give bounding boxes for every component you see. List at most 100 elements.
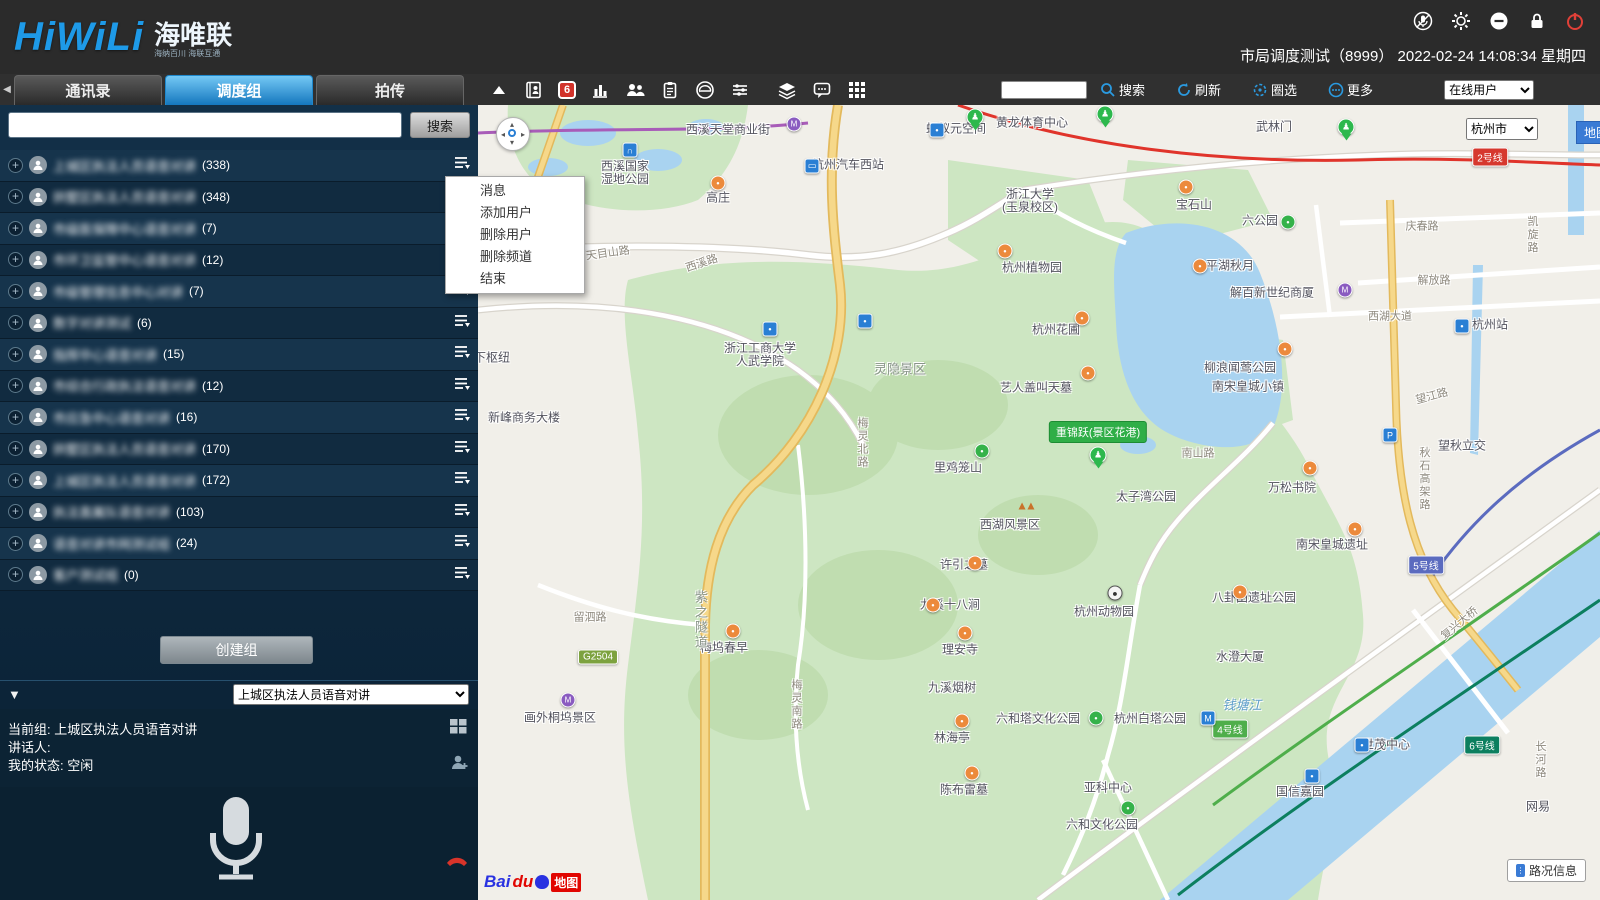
map-type-map-button[interactable]: 地图	[1576, 121, 1600, 144]
group-row[interactable]: + 语音对讲市网测试组 (24)	[0, 528, 478, 560]
context-menu-item[interactable]: 删除频道	[446, 246, 584, 268]
expand-plus-icon[interactable]: +	[8, 441, 23, 456]
context-menu-item[interactable]: 删除用户	[446, 224, 584, 246]
group-menu-icon[interactable]	[454, 566, 470, 584]
settings-gear-icon[interactable]	[1450, 10, 1472, 32]
context-menu-item[interactable]: 消息	[446, 180, 584, 202]
chat-icon[interactable]	[811, 79, 833, 101]
map-marker-orange[interactable]: •	[955, 714, 970, 729]
apps-grid-icon[interactable]	[846, 79, 868, 101]
bar-chart-icon[interactable]	[589, 79, 611, 101]
map-marker-orange[interactable]: •	[1233, 585, 1248, 600]
group-menu-icon[interactable]	[454, 345, 470, 363]
map-marker-green[interactable]: •	[1121, 801, 1136, 816]
create-group-button[interactable]: 创建组	[160, 636, 313, 664]
group-row[interactable]: + 市应急中心语音对讲 (16)	[0, 402, 478, 434]
browser-ie-icon[interactable]	[694, 79, 716, 101]
group-row[interactable]: + 上城区执法人员语音对讲 (172)	[0, 465, 478, 497]
tab-contacts[interactable]: 通讯录	[14, 75, 162, 105]
map-marker-blue[interactable]: P	[1383, 428, 1398, 443]
expand-plus-icon[interactable]: +	[8, 252, 23, 267]
expand-plus-icon[interactable]: +	[8, 347, 23, 362]
collapse-panel-triangle-icon[interactable]	[8, 687, 21, 702]
group-search-input[interactable]	[8, 112, 402, 138]
map-marker-panda[interactable]: ●	[1108, 586, 1123, 601]
group-menu-icon[interactable]	[454, 440, 470, 458]
map-marker-orange[interactable]: •	[1278, 342, 1293, 357]
map-marker-pin[interactable]: ♟	[967, 109, 984, 126]
group-row[interactable]: + 客户测试组 (0)	[0, 560, 478, 592]
group-row[interactable]: + 市级医保障中心语音对讲 (7)	[0, 213, 478, 245]
call-record-badge-icon[interactable]: 6	[558, 81, 576, 99]
expand-plus-icon[interactable]: +	[8, 284, 23, 299]
group-menu-icon[interactable]	[454, 534, 470, 552]
expand-plus-icon[interactable]: +	[8, 473, 23, 488]
context-menu-item[interactable]: 结束	[446, 268, 584, 290]
online-users-filter-select[interactable]: 在线用户	[1444, 80, 1534, 100]
expand-plus-icon[interactable]: +	[8, 504, 23, 519]
map-marker-orange[interactable]: •	[926, 598, 941, 613]
map-marker-orange[interactable]: •	[1179, 180, 1194, 195]
expand-plus-icon[interactable]: +	[8, 189, 23, 204]
map-marker-blue[interactable]: ▭	[805, 159, 820, 174]
expand-plus-icon[interactable]: +	[8, 158, 23, 173]
group-menu-icon[interactable]	[454, 503, 470, 521]
group-menu-icon[interactable]	[454, 377, 470, 395]
city-select[interactable]: 杭州市	[1466, 118, 1538, 140]
group-row[interactable]: + 市综合行政执法语音对讲 (12)	[0, 371, 478, 403]
collapse-panel-icon[interactable]	[488, 79, 510, 101]
group-row[interactable]: + 执法直属队语音对讲 (103)	[0, 497, 478, 529]
map-marker-orange[interactable]: •	[1303, 461, 1318, 476]
expand-plus-icon[interactable]: +	[8, 315, 23, 330]
map-marker-blue[interactable]: ∩	[623, 143, 638, 158]
video-wall-icon[interactable]	[450, 719, 468, 739]
current-group-select[interactable]: 上城区执法人员语音对讲	[233, 684, 469, 705]
map-marker-orange[interactable]: •	[1081, 366, 1096, 381]
map-marker-pin[interactable]: ♟	[1090, 447, 1107, 464]
more-button[interactable]: 更多	[1328, 80, 1373, 99]
traffic-info-button[interactable]: ⋮ 路况信息	[1507, 859, 1586, 882]
filter-sliders-icon[interactable]	[729, 79, 751, 101]
map-marker-orange[interactable]: •	[958, 626, 973, 641]
map-marker-orange[interactable]: •	[726, 624, 741, 639]
group-row[interactable]: + 拱墅区执法人员语音对讲 (170)	[0, 434, 478, 466]
contacts-book-icon[interactable]	[523, 79, 545, 101]
map-search-input[interactable]	[1001, 81, 1087, 99]
ptt-microphone-icon[interactable]	[200, 795, 272, 890]
map-marker-orange[interactable]: •	[1075, 311, 1090, 326]
group-row[interactable]: + 市环卫监管中心语音对讲 (12)	[0, 245, 478, 277]
map-marker-green[interactable]: •	[1089, 711, 1104, 726]
collapse-sidebar-icon[interactable]	[0, 84, 14, 95]
minimize-icon[interactable]	[1488, 10, 1510, 32]
power-icon[interactable]	[1564, 10, 1586, 32]
tab-dispatch-groups[interactable]: 调度组	[165, 75, 313, 105]
map-search-button[interactable]: 搜索	[1100, 80, 1145, 99]
group-menu-icon[interactable]	[454, 471, 470, 489]
group-row[interactable]: + 市级管理信息中心对讲 (7)	[0, 276, 478, 308]
map-marker-purple[interactable]: M	[1338, 283, 1353, 298]
refresh-button[interactable]: 刷新	[1176, 80, 1221, 99]
tab-photo-upload[interactable]: 拍传	[316, 75, 464, 105]
context-menu-item[interactable]: 添加用户	[446, 202, 584, 224]
map-marker-blue[interactable]: •	[1305, 769, 1320, 784]
expand-plus-icon[interactable]: +	[8, 378, 23, 393]
map-marker-blue[interactable]: •	[763, 322, 778, 337]
map-marker-orange[interactable]: •	[998, 244, 1013, 259]
mic-muted-icon[interactable]	[1412, 10, 1434, 32]
map-pan-control[interactable]: ▴▾◂▸	[496, 117, 530, 151]
map-canvas[interactable]: 西溪天堂商业街西溪国家 湿地公园高庄杭州汽车西站蚂蚁元空间黄龙体育中心武林门浙江…	[478, 105, 1600, 900]
group-menu-icon[interactable]	[454, 156, 470, 174]
map-marker-green[interactable]: •	[1281, 215, 1296, 230]
lock-icon[interactable]	[1526, 10, 1548, 32]
map-marker-purple[interactable]: M	[561, 693, 576, 708]
map-marker-blue[interactable]: •	[858, 314, 873, 329]
users-icon[interactable]	[624, 79, 646, 101]
map-marker-pagoda[interactable]: ▲▲	[1016, 498, 1034, 513]
group-row[interactable]: + 指挥中心语音对讲 (15)	[0, 339, 478, 371]
map-marker-blue[interactable]: •	[930, 123, 945, 138]
group-menu-icon[interactable]	[454, 314, 470, 332]
map-marker-pin[interactable]: ♟	[1097, 106, 1114, 123]
circle-select-button[interactable]: 圈选	[1252, 80, 1297, 99]
clipboard-icon[interactable]	[659, 79, 681, 101]
invite-user-icon[interactable]	[450, 753, 468, 776]
